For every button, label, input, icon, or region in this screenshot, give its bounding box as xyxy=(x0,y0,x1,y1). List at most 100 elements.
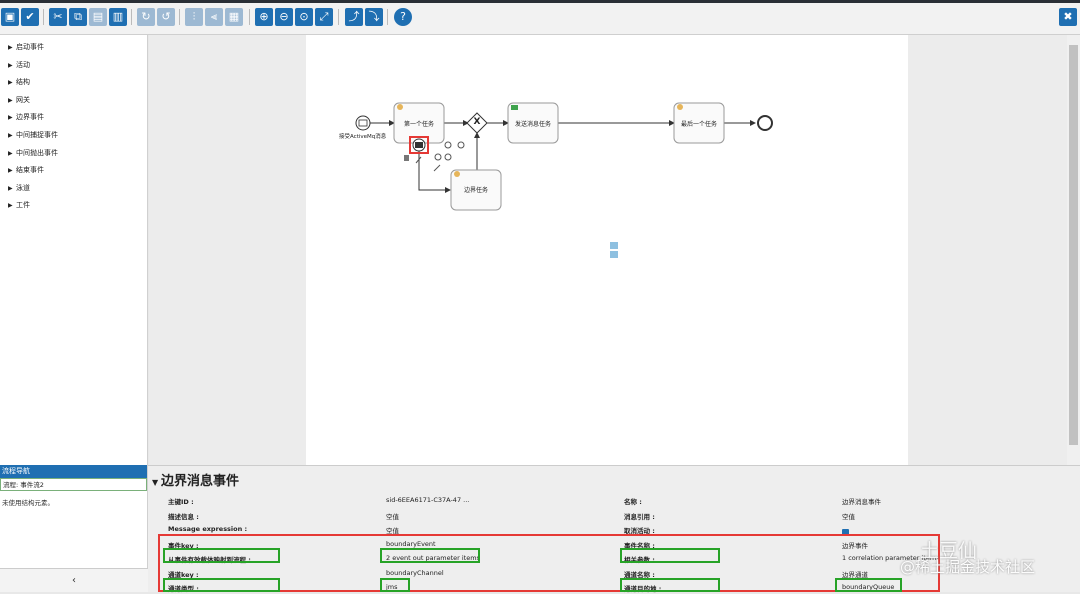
chevron-right-icon: ▶ xyxy=(8,61,13,69)
send-envelope-icon xyxy=(511,105,518,110)
quick-intermediate-icon[interactable] xyxy=(457,141,465,149)
copy-icon[interactable]: ⧉ xyxy=(69,8,87,26)
start-message-event[interactable] xyxy=(355,115,371,131)
zoom-actual-icon[interactable]: ⊙ xyxy=(295,8,313,26)
palette-group-boundary-events[interactable]: ▶ 边界事件 xyxy=(0,109,147,127)
toolbar-separator xyxy=(338,9,339,25)
navigator-message: 未使用结构元素。 xyxy=(2,499,54,507)
paste-icon[interactable]: ▤ xyxy=(89,8,107,26)
redo-icon[interactable]: ↻ xyxy=(137,8,155,26)
palette-group-label: 中间捕捉事件 xyxy=(16,130,58,139)
chevron-right-icon: ▶ xyxy=(8,149,13,157)
undo-icon[interactable]: ↺ xyxy=(157,8,175,26)
chevron-right-icon: ▶ xyxy=(8,79,13,87)
palette-group-artifacts[interactable]: ▶ 工件 xyxy=(0,197,147,215)
property-key: Message expression : xyxy=(168,525,248,533)
bendpoint-remove-icon[interactable]: ⤵ xyxy=(365,8,383,26)
toolbar-separator xyxy=(387,9,388,25)
gateway-symbol: X xyxy=(473,117,481,127)
property-value[interactable]: 边界消息事件 xyxy=(842,496,881,506)
align-vertical-icon[interactable]: ⫶ xyxy=(185,8,203,26)
palette-group-swimlanes[interactable]: ▶ 泳道 xyxy=(0,180,147,198)
property-value[interactable]: 空值 xyxy=(386,511,399,521)
annotation-green-box xyxy=(835,578,902,592)
chevron-right-icon: ▶ xyxy=(8,114,13,122)
palette-group-intermediate-catch[interactable]: ▶ 中间捕捉事件 xyxy=(0,127,147,145)
annotation-green-box xyxy=(163,548,280,563)
task-send-label: 发送消息任务 xyxy=(514,121,551,128)
palette-group-intermediate-throw[interactable]: ▶ 中间抛出事件 xyxy=(0,145,147,163)
collapse-panel-button[interactable]: ‹ xyxy=(0,568,148,592)
cut-icon[interactable]: ✂ xyxy=(49,8,67,26)
close-icon[interactable]: ✖ xyxy=(1059,8,1077,26)
zoom-in-icon[interactable]: ⊕ xyxy=(255,8,273,26)
property-key: 消息引用 : xyxy=(624,512,655,521)
window-top-bar xyxy=(0,0,1080,3)
connector-icon[interactable] xyxy=(433,164,441,172)
palette-group-label: 结束事件 xyxy=(16,166,44,175)
palette-group-structural[interactable]: ▶ 结构 xyxy=(0,74,147,92)
check-icon[interactable]: ✔ xyxy=(21,8,39,26)
zoom-out-icon[interactable]: ⊖ xyxy=(275,8,293,26)
user-icon xyxy=(677,104,683,110)
properties-title-text: 边界消息事件 xyxy=(160,474,239,489)
end-event[interactable] xyxy=(757,115,773,131)
properties-title[interactable]: ▼ 边界消息事件 xyxy=(152,470,239,489)
property-row[interactable]: 描述信息 : 空值 消息引用 : 空值 xyxy=(148,507,1080,522)
palette-group-end-events[interactable]: ▶ 结束事件 xyxy=(0,162,147,180)
palette-group-label: 工件 xyxy=(16,201,30,210)
zoom-fit-icon[interactable]: ⤢ xyxy=(315,8,333,26)
palette-group-activities[interactable]: ▶ 活动 xyxy=(0,57,147,75)
toolbar-separator xyxy=(249,9,250,25)
envelope-icon xyxy=(415,142,423,148)
bpmn-diagram xyxy=(355,102,773,258)
delete-icon[interactable]: ▥ xyxy=(109,8,127,26)
chevron-right-icon: ▶ xyxy=(8,96,13,104)
trash-icon[interactable] xyxy=(404,155,409,161)
toolbar-separator xyxy=(131,9,132,25)
watermark-site: @稀土掘金技术社区 xyxy=(900,558,1036,576)
annotation-green-box xyxy=(380,548,480,563)
chevron-right-icon: ▶ xyxy=(8,202,13,210)
palette-group-label: 启动事件 xyxy=(16,43,44,51)
shape-palette: ▶ 启动事件 ▶ 活动 ▶ 结构 ▶ 网关 ▶ 边界事件 ▶ 中间捕捉事件 ▶ 中间抛出事件 … xyxy=(0,35,148,465)
navigator-header: 流程导航 xyxy=(0,465,147,478)
start-event-label: 接受ActiveMq消息 xyxy=(339,134,387,140)
task-first-label: 第一个任务 xyxy=(403,121,434,128)
same-size-icon[interactable]: ▦ xyxy=(225,8,243,26)
canvas-area: 接受ActiveMq消息 第一个任务 发送消息任务 最后一个任务 边界任务 X xyxy=(149,35,1067,465)
property-key: 主键ID : xyxy=(168,498,194,506)
annotation-green-box xyxy=(380,578,410,592)
align-horizontal-icon[interactable]: ⫷ xyxy=(205,8,223,26)
quick-end-event-icon[interactable] xyxy=(444,141,452,149)
boundary-flow[interactable] xyxy=(418,145,451,193)
save-icon[interactable]: ▣ xyxy=(1,8,19,26)
property-row[interactable]: 主键ID : sid-6EEA6171-C37A-47 ... 名称 : 边界消息事… xyxy=(148,492,1080,507)
chevron-down-icon: ▼ xyxy=(152,478,161,487)
user-icon xyxy=(454,171,460,177)
quick-task-icon[interactable] xyxy=(434,153,442,161)
palette-group-label: 边界事件 xyxy=(16,113,44,122)
bendpoint-add-icon[interactable]: ⤴ xyxy=(345,8,363,26)
palette-group-label: 网关 xyxy=(16,95,30,104)
chevron-right-icon: ▶ xyxy=(8,44,13,51)
annotation-green-box xyxy=(620,578,720,592)
canvas-scrollbar[interactable] xyxy=(1067,35,1080,465)
quick-gateway-icon[interactable] xyxy=(444,153,452,161)
property-value[interactable]: 空值 xyxy=(842,511,855,521)
palette-group-gateways[interactable]: ▶ 网关 xyxy=(0,92,147,110)
process-navigator: 流程导航 流程: 事件流2 未使用结构元素。 ‹ xyxy=(0,465,148,592)
property-value[interactable]: sid-6EEA6171-C37A-47 ... xyxy=(386,496,469,504)
expand-right-icon[interactable] xyxy=(610,242,618,249)
navigator-selected-process[interactable]: 流程: 事件流2 xyxy=(0,478,147,491)
task-boundary-label: 边界任务 xyxy=(463,187,488,194)
palette-group-start-events[interactable]: ▶ 启动事件 xyxy=(0,39,147,57)
chevron-right-icon: ▶ xyxy=(8,184,13,192)
task-last-label: 最后一个任务 xyxy=(680,121,717,128)
annotation-green-box xyxy=(620,548,720,563)
diagram-canvas[interactable]: 接受ActiveMq消息 第一个任务 发送消息任务 最后一个任务 边界任务 X xyxy=(306,35,908,465)
toolbar: ▣ ✔ ✂ ⧉ ▤ ▥ ↻ ↺ ⫶ ⫷ ▦ ⊕ ⊖ ⊙ ⤢ ⤴ ⤵ ? ✖ xyxy=(0,0,1080,35)
scrollbar-thumb[interactable] xyxy=(1069,45,1078,445)
help-icon[interactable]: ? xyxy=(394,8,412,26)
expand-left-icon[interactable] xyxy=(610,251,618,258)
